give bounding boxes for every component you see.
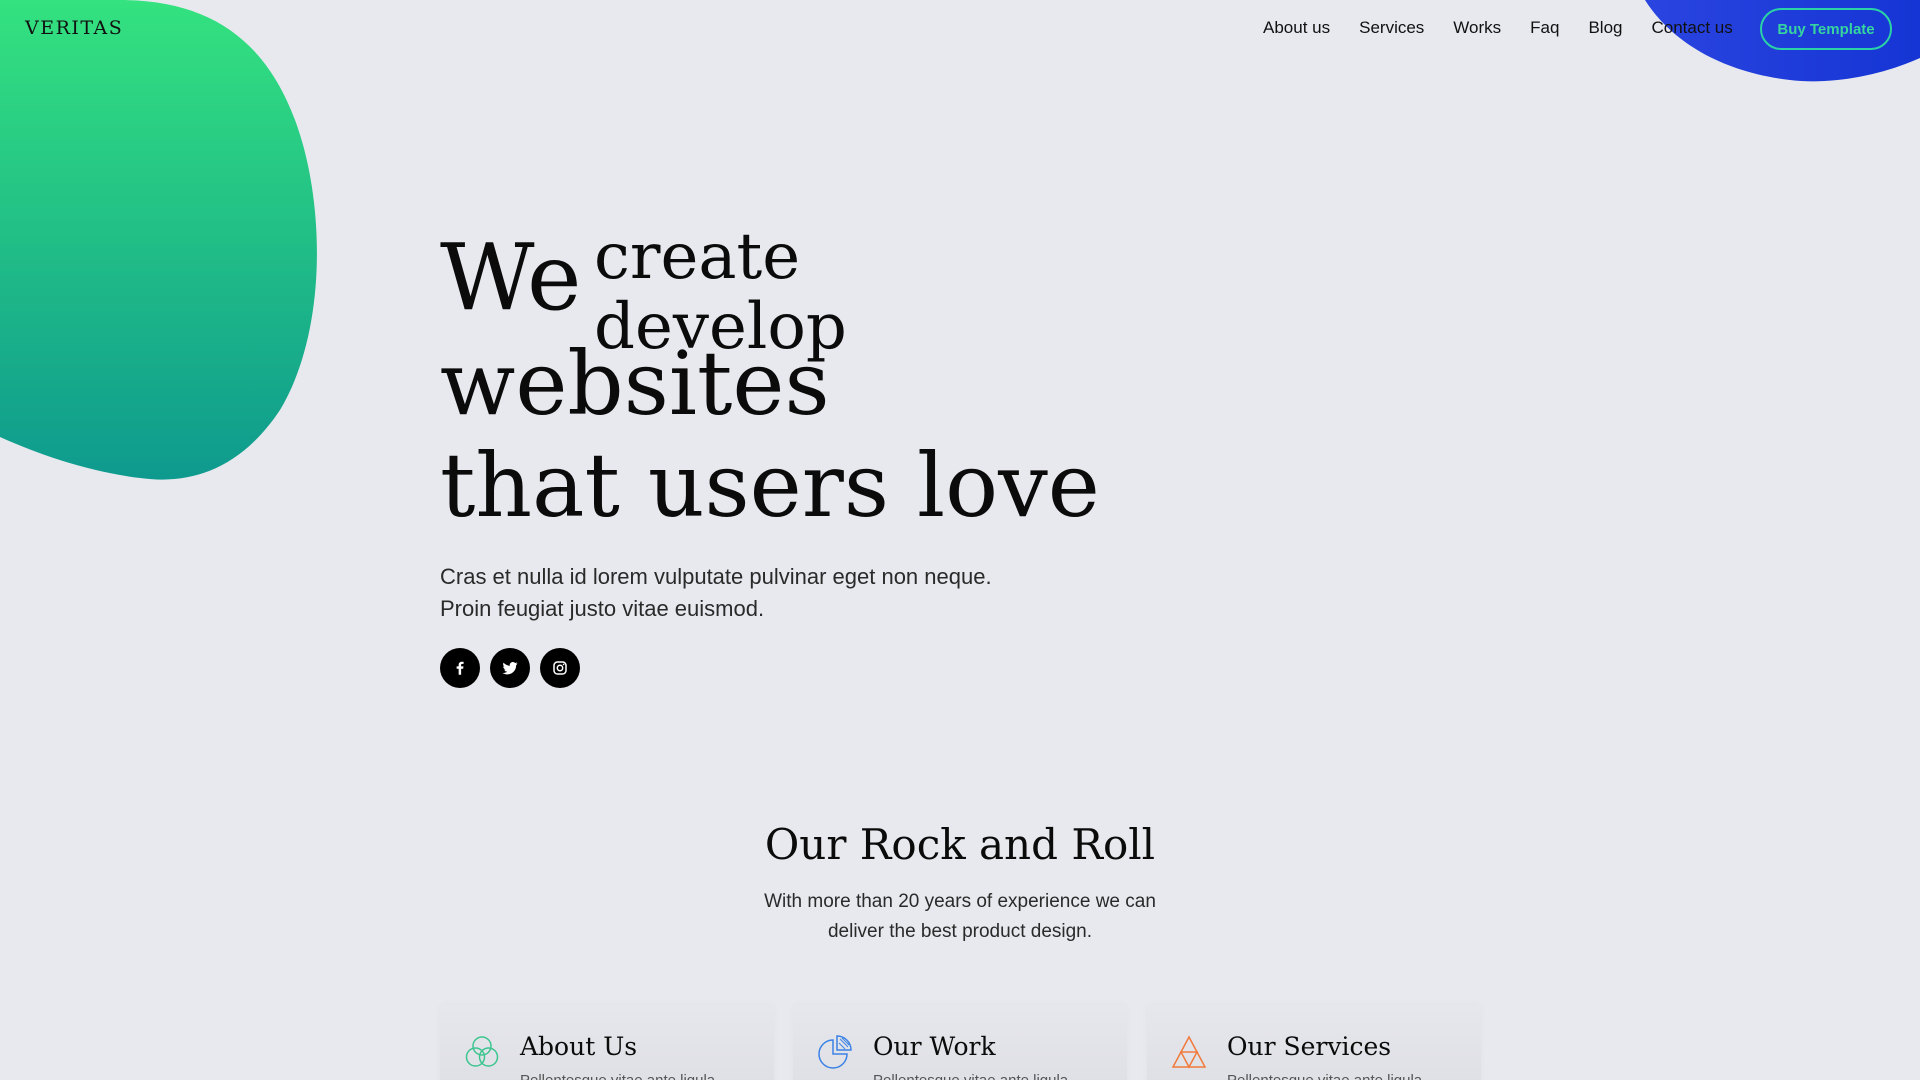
nav-link-works[interactable]: Works [1453, 17, 1501, 39]
social-links [440, 648, 590, 688]
instagram-link[interactable] [540, 648, 580, 688]
card-title: Our Services [1227, 1032, 1392, 1061]
card-our-services[interactable]: Our Services Pellentesque vitae ante lig… [1147, 1005, 1481, 1080]
nav-link-faq[interactable]: Faq [1530, 17, 1559, 39]
nav-link-services[interactable]: Services [1359, 17, 1424, 39]
page: VERITAS About us Services Works Faq Blog… [0, 0, 1920, 1080]
hero-headline-line1: websites [440, 332, 830, 435]
main-nav: About us Services Works Faq Blog Contact… [1263, 17, 1733, 39]
pie-chart-icon [818, 1035, 852, 1069]
hero-headline-line2: that users love [440, 434, 1100, 537]
triangle-icon [1171, 1035, 1207, 1069]
logo[interactable]: VERITAS [25, 17, 123, 39]
circles-icon [465, 1036, 499, 1067]
card-title: About Us [520, 1032, 638, 1061]
card-text: Pellentesque vitae ante ligula [1227, 1072, 1457, 1080]
facebook-link[interactable] [440, 648, 480, 688]
twitter-link[interactable] [490, 648, 530, 688]
green-blob-decoration [0, 0, 317, 480]
section-title: Our Rock and Roll [764, 820, 1156, 869]
instagram-icon [553, 661, 567, 675]
hero-description: Cras et nulla id lorem vulputate pulvina… [440, 564, 992, 621]
facebook-icon [456, 661, 464, 675]
nav-link-blog[interactable]: Blog [1588, 17, 1622, 39]
nav-link-contact-us[interactable]: Contact us [1651, 17, 1732, 39]
hero-prefix: We [440, 224, 582, 331]
card-text: Pellentesque vitae ante ligula [873, 1072, 1103, 1080]
hero-rotating-word-create: create [594, 220, 801, 294]
card-about-us[interactable]: About Us Pellentesque vitae ante ligula [440, 1005, 774, 1080]
buy-template-button[interactable]: Buy Template [1760, 8, 1892, 50]
twitter-icon [502, 661, 518, 675]
card-text: Pellentesque vitae ante ligula [520, 1072, 750, 1080]
nav-link-about-us[interactable]: About us [1263, 17, 1330, 39]
card-our-work[interactable]: Our Work Pellentesque vitae ante ligula [793, 1005, 1127, 1080]
section-subtitle: With more than 20 years of experience we… [764, 891, 1156, 942]
card-title: Our Work [873, 1032, 996, 1061]
